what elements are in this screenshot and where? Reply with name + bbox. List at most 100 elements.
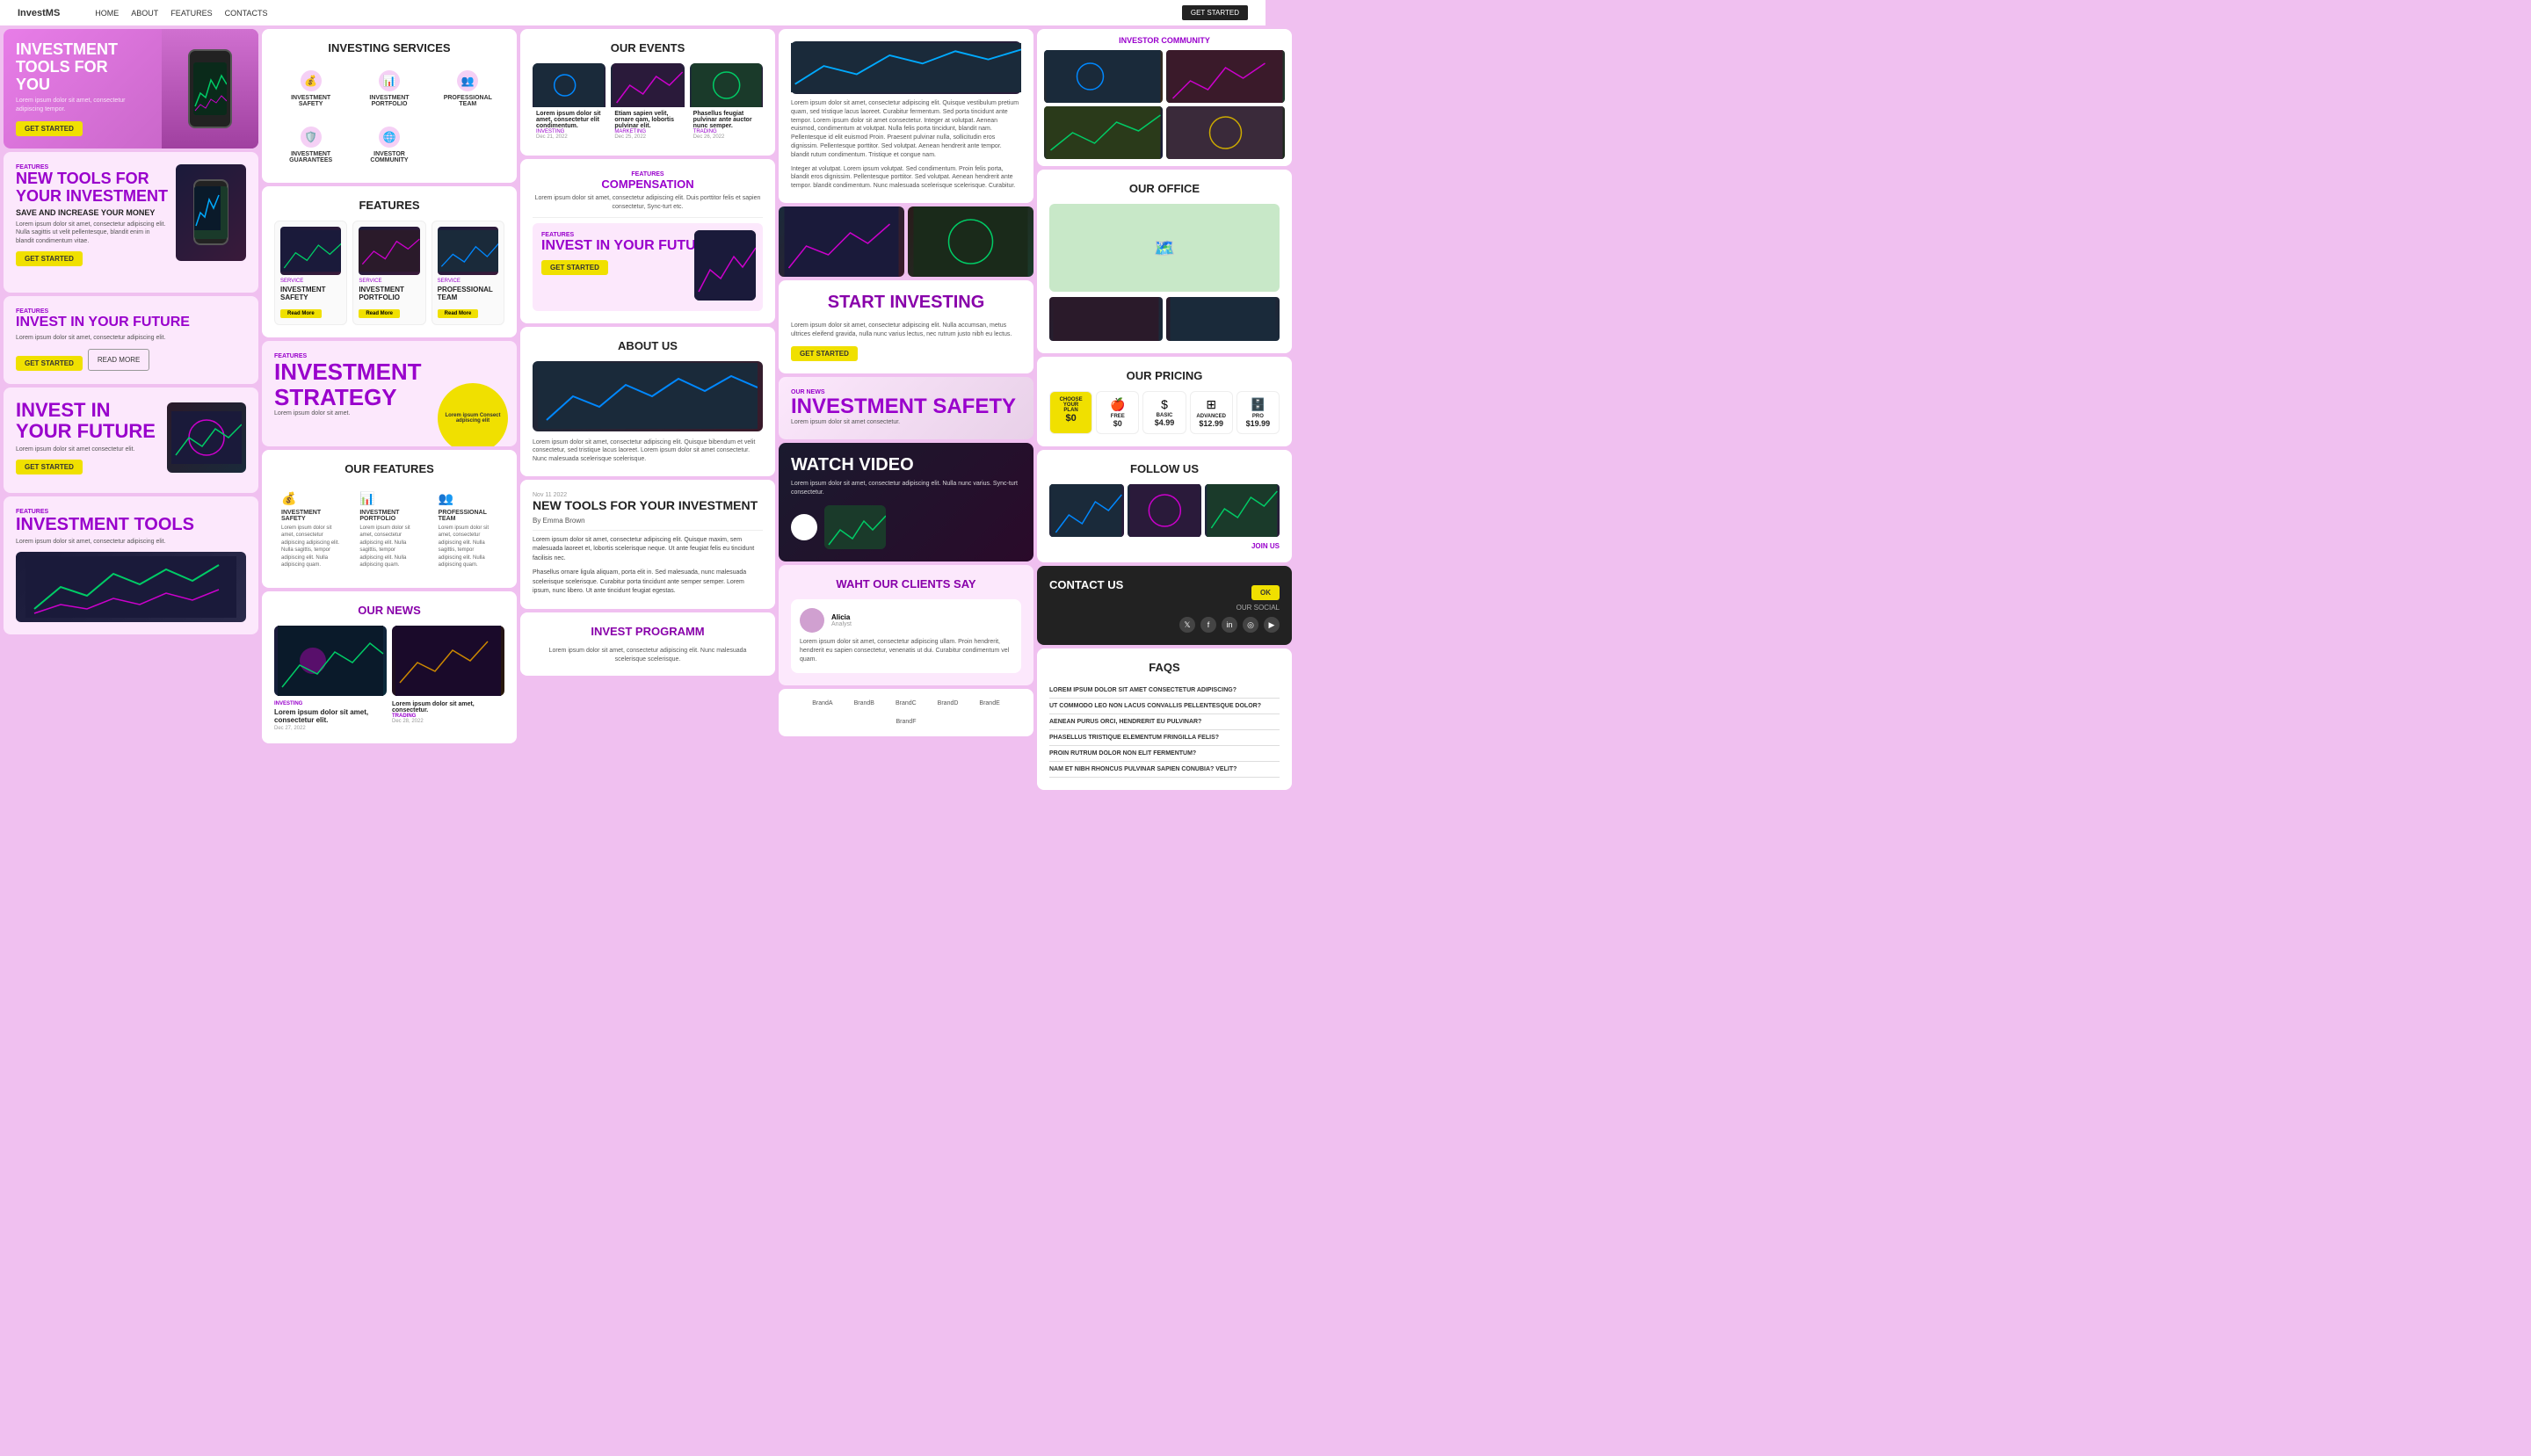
faq-item-5[interactable]: PROIN RUTRUM DOLOR NON ELIT FERMENTUM? [1049, 746, 1280, 762]
logo-3: BrandC [888, 698, 924, 709]
pricing-basic-icon: $ [1149, 397, 1179, 411]
contact-us-block: CONTACT US OK OUR SOCIAL 𝕏 f in ◎ ▶ [1037, 566, 1292, 645]
pricing-plan-0-price: $0 [1055, 413, 1086, 424]
start-investing-block: START INVESTING Lorem ipsum dolor sit am… [779, 280, 1033, 373]
feature-name-2: INVESTMENT PORTFOLIO [359, 286, 419, 301]
faq-item-3[interactable]: AENEAN PURUS ORCI, HENDRERIT EU PULVINAR… [1049, 714, 1280, 730]
follow-us-title: FOLLOW US [1049, 462, 1280, 475]
office-photo-2 [908, 206, 1033, 277]
invest-programm-title: INVEST PROGRAMM [533, 625, 763, 638]
play-button[interactable]: ▶ [791, 514, 817, 540]
news-tag-1: INVESTING [274, 701, 387, 706]
feature-tag-3: Service [438, 279, 498, 284]
long-article-block: Lorem ipsum dolor sit amet, consectetur … [779, 29, 1033, 203]
events-grid: Lorem ipsum dolor sit amet, consectetur … [533, 63, 763, 143]
professional-team-icon: 👥 [457, 70, 478, 91]
facebook-icon[interactable]: f [1200, 617, 1216, 633]
faq-item-1[interactable]: LOREM IPSUM DOLOR SIT AMET CONSECTETUR A… [1049, 683, 1280, 699]
service-investment-portfolio: 📊 INVESTMENT PORTFOLIO [352, 63, 425, 114]
pricing-basic[interactable]: $ Basic $4.99 [1142, 391, 1186, 434]
event-title-1: Lorem ipsum dolor sit amet, consectetur … [536, 111, 602, 129]
new-tools-desc: Lorem ipsum dolor sit amet, consectetur … [16, 221, 169, 246]
youtube-icon[interactable]: ▶ [1264, 617, 1280, 633]
invest-future-block: FEATURES INVEST IN YOUR FUTURE Lorem ips… [4, 296, 258, 384]
watch-video-title: WATCH VIDEO [791, 455, 1021, 474]
navbar: InvestMS HOME ABOUT FEATURES CONTACTS GE… [0, 0, 1266, 25]
service-safety-name: INVESTMENT SAFETY [281, 95, 340, 107]
service-guarantees-name: INVESTMENT GUARANTEES [281, 151, 340, 163]
of-title-3: PROFESSIONAL TEAM [439, 510, 497, 522]
service-community-name: INVESTOR COMMUNITY [359, 151, 418, 163]
invest-future2-title: INVEST IN YOUR FUTURE [16, 400, 160, 442]
invest-future2-cta[interactable]: GET STARTED [16, 460, 83, 474]
investment-guarantees-icon: 🛡️ [301, 127, 322, 148]
read-more-btn-2[interactable]: Read More [359, 309, 400, 318]
right-photo-2 [1166, 50, 1285, 103]
faq-item-6[interactable]: NAM ET NIBH RHONCUS PULVINAR SAPIEN CONU… [1049, 762, 1280, 778]
nav-about[interactable]: ABOUT [131, 9, 158, 18]
nav-cta-button[interactable]: GET STARTED [1182, 5, 1248, 20]
hero-cta-button[interactable]: GET STARTED [16, 121, 83, 136]
event-1: Lorem ipsum dolor sit amet, consectetur … [533, 63, 606, 143]
follow-us-block: FOLLOW US JOIN US [1037, 450, 1292, 562]
pricing-plan-0-label: CHOOSE YOUR PLAN [1055, 397, 1086, 413]
pricing-plan-2-price: $4.99 [1149, 418, 1179, 427]
faq-item-4[interactable]: PHASELLUS TRISTIQUE ELEMENTUM FRINGILLA … [1049, 730, 1280, 746]
investment-tools-desc: Lorem ipsum dolor sit amet, consectetur … [16, 538, 246, 547]
start-investing-cta[interactable]: GET STARTED [791, 346, 858, 361]
pricing-pro-icon: 🗄️ [1243, 397, 1273, 412]
news-title-1: Lorem ipsum dolor sit amet, consectetur … [274, 708, 387, 724]
event-img-3 [690, 63, 763, 107]
pricing-free[interactable]: 🍎 Free $0 [1096, 391, 1139, 434]
contact-ok-btn[interactable]: OK [1251, 585, 1280, 600]
feature-card-2: Service INVESTMENT PORTFOLIO Read More [352, 221, 425, 325]
nav-home[interactable]: HOME [95, 9, 119, 18]
feature-img-1 [280, 227, 341, 275]
invest-big-cta[interactable]: GET STARTED [541, 260, 608, 275]
twitter-icon[interactable]: 𝕏 [1179, 617, 1195, 633]
inv-safety-title: INVESTMENT SAFETY [791, 395, 1021, 418]
linkedin-icon[interactable]: in [1222, 617, 1237, 633]
phone-screen [193, 62, 227, 115]
follow-grid [1049, 484, 1280, 537]
nav-contacts[interactable]: CONTACTS [225, 9, 268, 18]
feature-tag-1: Service [280, 279, 341, 284]
invest-future-cta1[interactable]: GET STARTED [16, 356, 83, 371]
pricing-choose-plan[interactable]: CHOOSE YOUR PLAN $0 [1049, 391, 1092, 434]
pricing-pro[interactable]: 🗄️ Pro $19.99 [1236, 391, 1280, 434]
start-investing-desc: Lorem ipsum dolor sit amet, consectetur … [791, 322, 1021, 339]
faq-item-2[interactable]: UT COMMODO LEO NON LACUS CONVALLIS PELLE… [1049, 699, 1280, 714]
features-cards: Service INVESTMENT SAFETY Read More Serv… [274, 221, 504, 325]
read-more-btn-1[interactable]: Read More [280, 309, 322, 318]
right-photo-4 [1166, 106, 1285, 159]
event-text-3: Phasellus feugiat pulvinar ante auctor n… [690, 107, 763, 143]
features-block: FEATURES Service INVESTMENT SAFETY Read … [262, 186, 517, 337]
faq-q6: NAM ET NIBH RHONCUS PULVINAR SAPIEN CONU… [1049, 766, 1280, 772]
our-news-title: OUR NEWS [274, 604, 504, 617]
invest-programm-block: INVEST PROGRAMM Lorem ipsum dolor sit am… [520, 612, 775, 677]
of-card-2: 📊 INVESTMENT PORTFOLIO Lorem ipsum dolor… [352, 484, 425, 576]
compensation-block: FEATURES COMPENSATION Lorem ipsum dolor … [520, 159, 775, 323]
compensation-desc: Lorem ipsum dolor sit amet, consectetur … [533, 194, 763, 212]
hero-subtitle: Lorem ipsum dolor sit amet, consectetur … [16, 97, 142, 114]
feature-card-3: Service PROFESSIONAL TEAM Read More [432, 221, 504, 325]
faq-q4: PHASELLUS TRISTIQUE ELEMENTUM FRINGILLA … [1049, 735, 1280, 741]
invest-programm-desc: Lorem ipsum dolor sit amet, consectetur … [533, 647, 763, 664]
investment-tools-tag: FEATURES [16, 509, 246, 515]
nav-features[interactable]: FEATURES [170, 9, 212, 18]
service-team-name: PROFESSIONAL TEAM [439, 95, 497, 107]
hero-block: INVESTMENT TOOLS FOR YOU Lorem ipsum dol… [4, 29, 258, 148]
service-investment-guarantees: 🛡️ INVESTMENT GUARANTEES [274, 120, 347, 170]
event-img-1 [533, 63, 606, 107]
our-office-block: OUR OFFICE 🗺️ [1037, 170, 1292, 353]
instagram-icon[interactable]: ◎ [1243, 617, 1258, 633]
service-professional-team: 👥 PROFESSIONAL TEAM [432, 63, 504, 114]
investing-services-block: INVESTING SERVICES 💰 INVESTMENT SAFETY 📊… [262, 29, 517, 183]
faq-q1: LOREM IPSUM DOLOR SIT AMET CONSECTETUR A… [1049, 687, 1280, 693]
read-more-btn-3[interactable]: Read More [438, 309, 479, 318]
new-tools-cta[interactable]: GET STARTED [16, 251, 83, 266]
our-events-title: OUR EVENTS [533, 41, 763, 54]
invest-future-cta2[interactable]: READ MORE [88, 349, 149, 371]
pricing-free-icon: 🍎 [1102, 397, 1133, 412]
pricing-advanced[interactable]: ⊞ Advanced $12.99 [1190, 391, 1233, 434]
